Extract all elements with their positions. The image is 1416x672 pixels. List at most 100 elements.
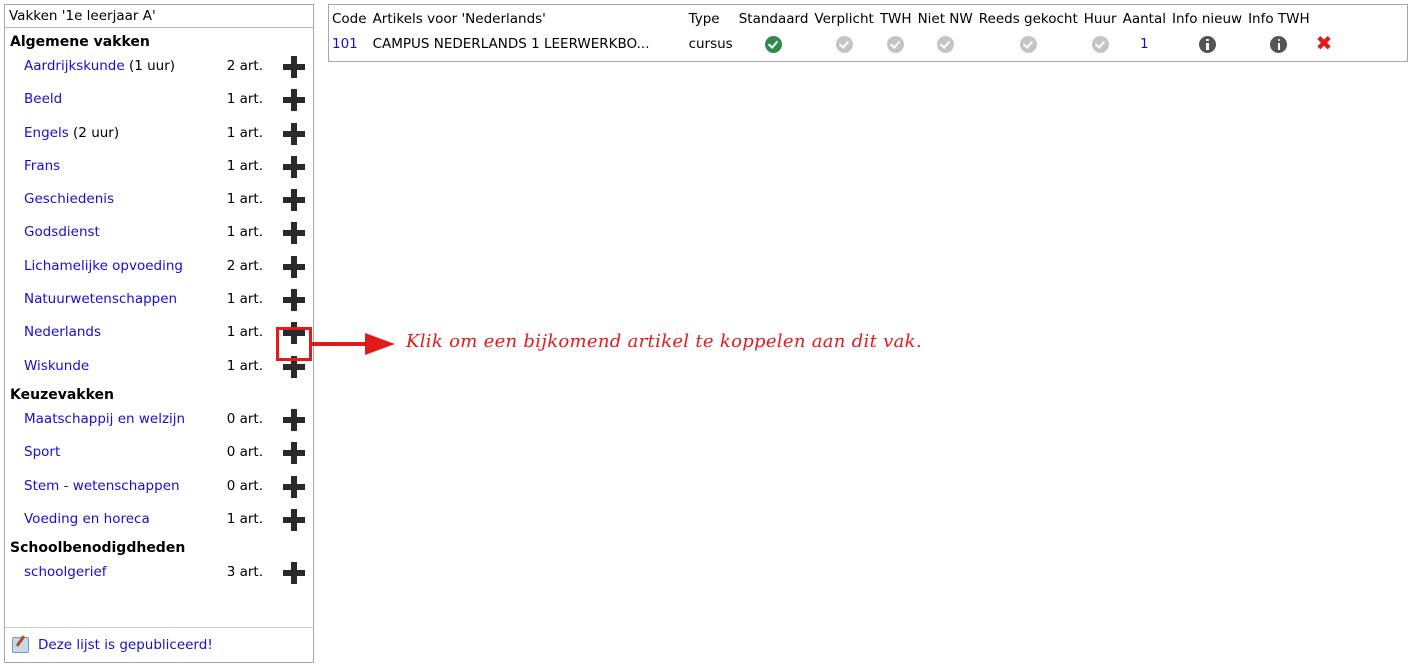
article-count: 0 art. [226,410,263,427]
article-count: 1 art. [226,124,263,141]
info-twh-icon[interactable] [1270,35,1288,53]
col-header: Aantal [1122,11,1166,27]
subject-row: schoolgerief 3 art. [5,556,313,589]
article-code-link[interactable]: 101 [332,36,358,52]
group-keuzevakken: Keuzevakken Maatschappij en welzijn 0 art… [5,387,313,536]
subject-link[interactable]: Beeld [24,91,62,107]
subject-link[interactable]: Maatschappij en welzijn [24,411,185,427]
subject-link[interactable]: Voeding en horeca [24,511,150,527]
subject-link[interactable]: Wiskunde [24,358,89,374]
article-name: CAMPUS NEDERLANDS 1 LEERWERKBO... [372,36,650,52]
article-count: 2 art. [226,257,263,274]
add-article-icon[interactable] [283,155,305,178]
subject-link[interactable]: Frans [24,158,60,174]
article-count: 1 art. [226,291,263,308]
add-article-icon[interactable] [283,222,305,245]
subject-row: Aardrijkskunde (1 uur) 2 art. [5,50,313,83]
verplicht-check-icon[interactable] [835,35,853,53]
subject-row: Voeding en horeca 1 art. [5,503,313,536]
col-header: Info nieuw [1172,11,1243,27]
table-header-row: Code Artikels voor 'Nederlands' Type Sta… [329,5,1335,30]
group-title: Schoolbenodigdheden [10,540,186,557]
subject-row: Sport 0 art. [5,436,313,469]
subject-row: Nederlands 1 art. [5,316,313,349]
add-article-icon[interactable] [283,89,305,112]
subject-row: Wiskunde 1 art. [5,350,313,383]
add-article-icon[interactable] [283,255,305,278]
article-count: 1 art. [226,91,263,108]
add-article-icon[interactable] [283,442,305,465]
group-title: Algemene vakken [10,34,150,50]
add-article-icon[interactable] [283,562,305,585]
table-row: 101 CAMPUS NEDERLANDS 1 LEERWERKBO... cu… [329,30,1335,58]
subject-row: Stem - wetenschappen 0 art. [5,470,313,503]
standaard-check-icon[interactable] [765,35,783,53]
col-header: Verplicht [814,11,874,27]
aantal-link[interactable]: 1 [1140,36,1149,52]
subject-row: Beeld 1 art. [5,83,313,116]
subject-link[interactable]: Godsdienst [24,224,100,240]
group-algemene-vakken: Algemene vakken Aardrijkskunde (1 uur) 2 … [5,34,313,383]
col-header: Huur [1083,11,1117,27]
articles-table: Code Artikels voor 'Nederlands' Type Sta… [328,4,1408,62]
col-header-delete [1313,5,1336,30]
subject-row: Godsdienst 1 art. [5,216,313,249]
article-count: 1 art. [226,224,263,241]
subject-row: Natuurwetenschappen 1 art. [5,283,313,316]
article-count: 1 art. [226,510,263,527]
delete-icon[interactable]: ✖ [1316,31,1333,55]
arrow-line [312,342,367,346]
subject-hours: (1 uur) [124,58,176,74]
subject-link[interactable]: Lichamelijke opvoeding [24,258,183,274]
article-count: 3 art. [226,564,263,581]
reeds-gekocht-check-icon[interactable] [1019,35,1037,53]
huur-check-icon[interactable] [1091,35,1109,53]
subject-link[interactable]: Nederlands [24,324,101,340]
group-schoolbenodigdheden: Schoolbenodigdheden schoolgerief 3 art. [5,540,313,589]
subjects-panel: Vakken '1e leerjaar A' Algemene vakken A… [4,4,314,663]
article-type: cursus [688,36,733,52]
add-article-icon[interactable] [283,289,305,312]
subject-row: Geschiedenis 1 art. [5,183,313,216]
subject-link[interactable]: schoolgerief [24,564,107,580]
info-nieuw-icon[interactable] [1198,35,1216,53]
niet-nw-check-icon[interactable] [936,35,954,53]
col-header: Reeds gekocht [978,11,1078,27]
callout-text: Klik om een bijkomend artikel te koppele… [406,331,922,352]
article-count: 1 art. [226,191,263,208]
subject-link[interactable]: Geschiedenis [24,191,114,207]
panel-footer: Deze lijst is gepubliceerd! [5,627,313,662]
subject-row: Maatschappij en welzijn 0 art. [5,403,313,436]
add-article-icon[interactable] [283,189,305,212]
twh-check-icon[interactable] [887,35,905,53]
subject-hours: (2 uur) [68,124,120,141]
subject-link[interactable]: Aardrijkskunde [24,58,125,74]
subject-link[interactable]: Engels [24,125,69,141]
col-header: Artikels voor 'Nederlands' [372,11,546,27]
article-count: 1 art. [226,157,263,174]
subject-row: Frans 1 art. [5,150,313,183]
subject-row: Lichamelijke opvoeding 2 art. [5,250,313,283]
add-article-icon[interactable] [283,122,305,145]
col-header: Type [688,11,720,27]
group-title: Keuzevakken [10,386,114,403]
arrow-head-icon [365,333,395,355]
col-header: Standaard [738,11,809,27]
col-header: Niet NW [917,11,973,27]
subject-link[interactable]: Sport [24,444,60,460]
article-count: 0 art. [226,477,263,494]
col-header: Info TWH [1248,11,1310,27]
add-article-icon[interactable] [283,56,305,78]
subject-link[interactable]: Stem - wetenschappen [24,478,180,494]
add-article-icon[interactable] [283,408,305,431]
article-count: 0 art. [226,444,263,461]
subject-row: Engels (2 uur) 1 art. [5,117,313,150]
add-article-icon[interactable] [283,508,305,531]
highlight-box [276,327,312,361]
add-article-icon[interactable] [283,475,305,498]
article-count: 1 art. [226,357,263,374]
subject-link[interactable]: Natuurwetenschappen [24,291,177,307]
col-header: TWH [879,11,912,27]
published-link[interactable]: Deze lijst is gepubliceerd! [38,637,213,653]
article-count: 1 art. [226,324,263,341]
